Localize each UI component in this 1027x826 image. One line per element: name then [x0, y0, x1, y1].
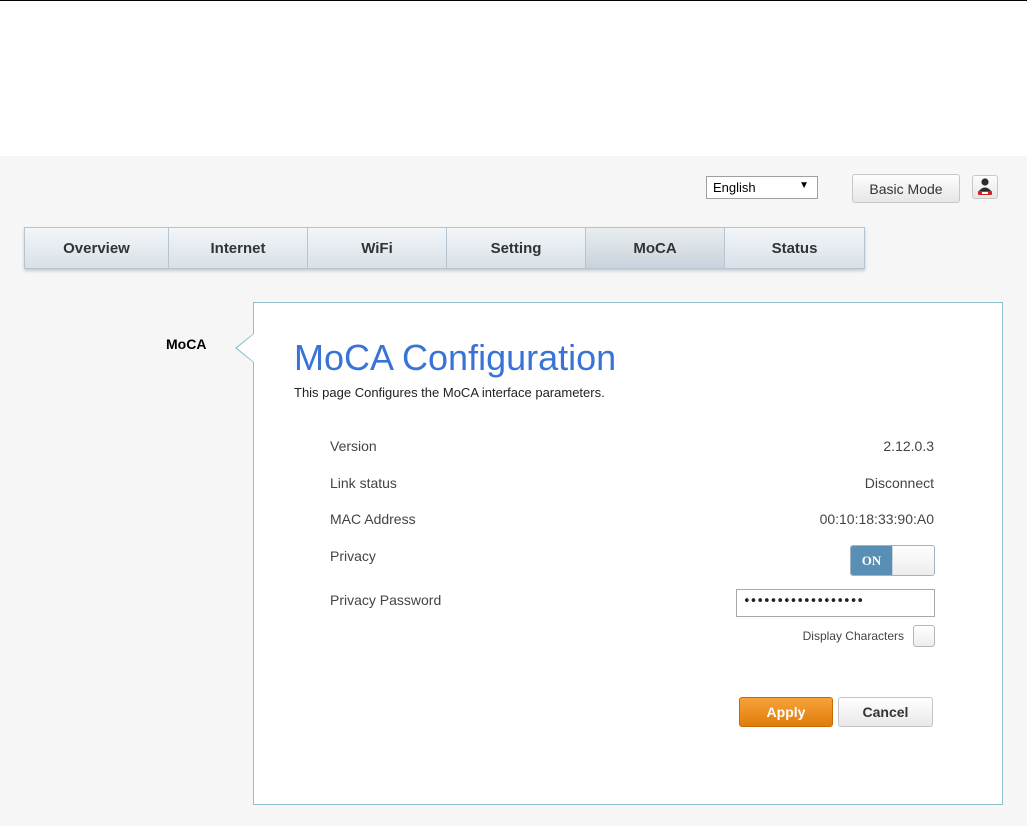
- link-status-label: Link status: [330, 475, 397, 491]
- main-tabs: Overview Internet WiFi Setting MoCA Stat…: [24, 227, 865, 269]
- caret-down-icon: ▼: [799, 180, 809, 191]
- tab-setting[interactable]: Setting: [447, 228, 586, 268]
- tab-moca[interactable]: MoCA: [586, 228, 725, 268]
- router-admin-app: English ▼ Basic Mode Overview Internet W…: [0, 156, 1027, 826]
- tab-status[interactable]: Status: [725, 228, 864, 268]
- mac-address-label: MAC Address: [330, 511, 416, 527]
- version-value: 2.12.0.3: [883, 438, 934, 454]
- sidebar-item-moca[interactable]: MoCA: [166, 336, 206, 352]
- language-select[interactable]: English ▼: [706, 176, 818, 199]
- tab-wifi[interactable]: WiFi: [308, 228, 447, 268]
- user-button[interactable]: [972, 175, 998, 199]
- tab-overview[interactable]: Overview: [25, 228, 169, 268]
- privacy-label: Privacy: [330, 548, 376, 564]
- user-icon: [978, 178, 992, 195]
- display-characters-checkbox[interactable]: [913, 625, 935, 647]
- version-label: Version: [330, 438, 377, 454]
- apply-button[interactable]: Apply: [739, 697, 833, 727]
- privacy-toggle-on-label: ON: [851, 546, 892, 575]
- cancel-button[interactable]: Cancel: [838, 697, 933, 727]
- privacy-password-input[interactable]: ••••••••••••••••••: [736, 589, 935, 617]
- link-status-value: Disconnect: [864, 475, 934, 491]
- language-selected: English: [713, 180, 756, 195]
- top-border: [0, 0, 1027, 1]
- privacy-password-label: Privacy Password: [330, 592, 442, 608]
- page-title: MoCA Configuration: [294, 337, 617, 378]
- content-panel: MoCA Configuration This page Configures …: [253, 302, 1003, 805]
- display-characters-label: Display Characters: [802, 629, 904, 643]
- panel-pointer-fill: [237, 334, 254, 362]
- privacy-toggle-knob: [892, 546, 934, 575]
- basic-mode-button[interactable]: Basic Mode: [852, 174, 960, 203]
- tab-internet[interactable]: Internet: [169, 228, 308, 268]
- privacy-toggle[interactable]: ON: [850, 545, 935, 576]
- page-description: This page Configures the MoCA interface …: [294, 385, 605, 400]
- mac-address-value: 00:10:18:33:90:A0: [819, 511, 934, 527]
